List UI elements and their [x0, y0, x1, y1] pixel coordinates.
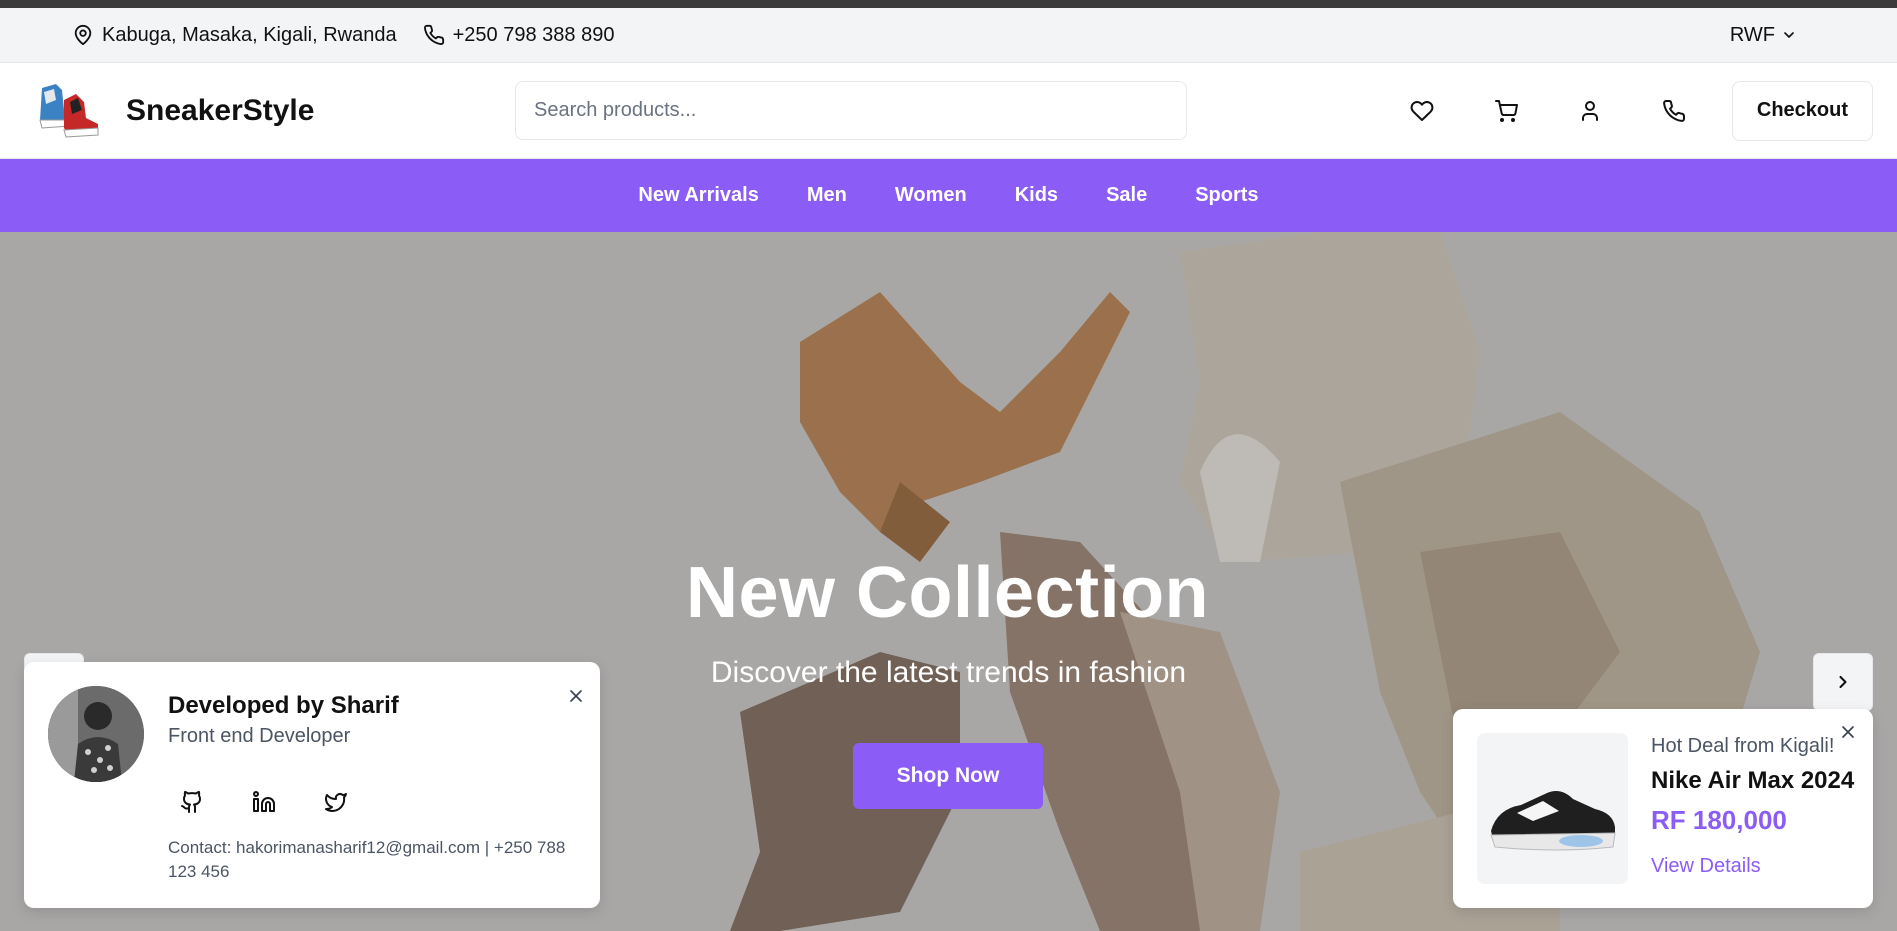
hot-deal-popup: Hot Deal from Kigali! Nike Air Max 2024 …	[1453, 709, 1873, 908]
checkout-button[interactable]: Checkout	[1731, 80, 1873, 141]
developer-name: Developed by Sharif	[168, 692, 399, 719]
product-image[interactable]	[1477, 733, 1628, 884]
nav-item-sale[interactable]: Sale	[1106, 184, 1147, 207]
deal-price: RF 180,000	[1651, 805, 1787, 835]
user-icon	[1581, 100, 1598, 121]
chevron-right-icon	[1839, 675, 1847, 689]
address-info: Kabuga, Masaka, Kigali, Rwanda	[72, 24, 397, 47]
github-link[interactable]	[168, 778, 216, 826]
phone-icon	[1662, 99, 1685, 122]
site-header: SneakerStyle Checkout	[0, 63, 1897, 159]
brand-name: SneakerStyle	[126, 93, 315, 127]
twitter-icon	[325, 793, 347, 812]
window-top-strip	[0, 0, 1897, 8]
twitter-link[interactable]	[312, 778, 360, 826]
contact-button[interactable]	[1632, 81, 1716, 141]
close-icon	[1842, 726, 1854, 738]
developer-contact: Contact: hakorimanasharif12@gmail.com | …	[168, 838, 566, 881]
linkedin-icon	[253, 791, 275, 812]
category-nav: New Arrivals Men Women Kids Sale Sports	[0, 159, 1897, 232]
chevron-down-icon	[1784, 32, 1794, 38]
developer-socials	[168, 778, 360, 826]
phone-info: +250 798 388 890	[423, 23, 615, 47]
currency-selector[interactable]: RWF	[1730, 24, 1797, 47]
deal-product-name: Nike Air Max 2024	[1651, 767, 1855, 794]
developer-role: Front end Developer	[168, 725, 351, 747]
currency-label: RWF	[1729, 23, 1775, 46]
hot-deal-close-button[interactable]	[1834, 718, 1862, 746]
nav-item-sports[interactable]: Sports	[1195, 184, 1258, 207]
nav-item-women[interactable]: Women	[895, 184, 967, 207]
nav-item-kids[interactable]: Kids	[1015, 184, 1058, 207]
view-details-link[interactable]: View Details	[1651, 855, 1761, 878]
brand[interactable]: SneakerStyle	[36, 80, 515, 142]
deal-tag: Hot Deal from Kigali!	[1651, 735, 1835, 757]
close-icon	[570, 690, 582, 702]
avatar	[48, 686, 144, 782]
developer-card-close-button[interactable]	[562, 682, 590, 710]
account-button[interactable]	[1548, 81, 1632, 141]
developer-card: Developed by Sharif Front end Developer …	[24, 662, 600, 908]
cart-button[interactable]	[1464, 81, 1548, 141]
map-pin-icon	[74, 24, 92, 46]
github-icon	[181, 791, 202, 813]
cart-icon	[1494, 99, 1518, 122]
header-actions: Checkout	[1380, 80, 1873, 141]
heart-icon	[1410, 100, 1434, 121]
linkedin-link[interactable]	[240, 778, 288, 826]
brand-logo	[36, 80, 104, 142]
carousel-next-button[interactable]	[1813, 653, 1873, 711]
phone-icon	[423, 24, 444, 45]
phone-text: +250 798 388 890	[452, 23, 615, 46]
hero-title: New Collection	[685, 553, 1210, 633]
wishlist-button[interactable]	[1380, 81, 1464, 141]
nav-item-men[interactable]: Men	[807, 184, 847, 207]
address-text: Kabuga, Masaka, Kigali, Rwanda	[102, 23, 397, 46]
nav-item-new-arrivals[interactable]: New Arrivals	[638, 184, 758, 207]
info-bar: Kabuga, Masaka, Kigali, Rwanda +250 798 …	[0, 8, 1897, 63]
search-input[interactable]	[515, 81, 1187, 140]
shop-now-button[interactable]: Shop Now	[853, 743, 1043, 809]
